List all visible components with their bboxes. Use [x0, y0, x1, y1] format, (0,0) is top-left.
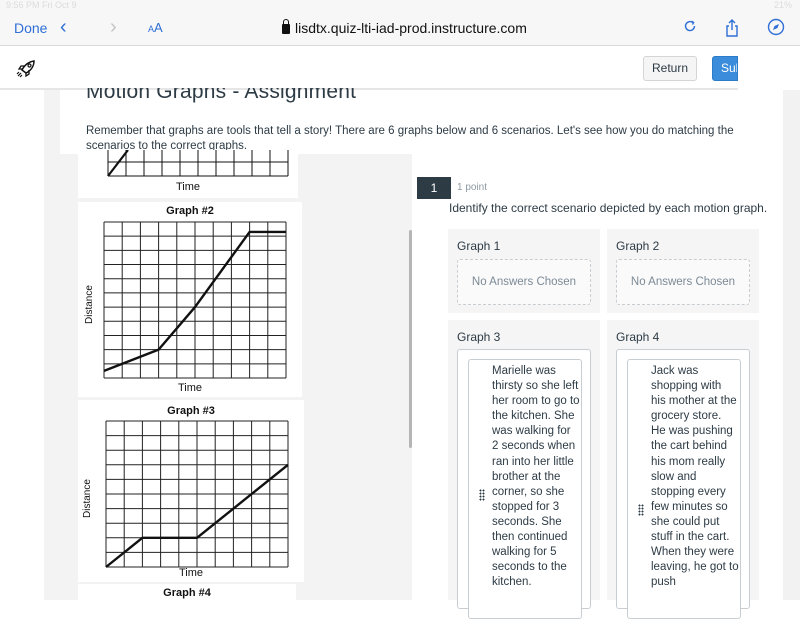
answer-card[interactable]: Jack was shopping with his mother at the… — [627, 359, 741, 619]
graph-3-x-label: Time — [178, 567, 204, 579]
status-bar: 9:56 PM Fri Oct 9 21% — [0, 0, 800, 12]
submit-button[interactable]: Submit — [712, 56, 738, 81]
share-icon[interactable] — [722, 18, 742, 38]
graph-2-title: Graph #2 — [166, 205, 214, 217]
drag-handle-icon[interactable] — [638, 504, 644, 516]
status-time: 9:56 PM Fri Oct 9 — [6, 0, 77, 10]
answer-card[interactable]: Marielle was thirsty so she left her roo… — [468, 359, 582, 619]
drag-handle-icon[interactable] — [479, 489, 485, 501]
answer-slot-graph-2: Graph 2 No Answers Chosen — [607, 229, 759, 313]
answer-slot-graph-3: Graph 3 Marielle was thirsty so she left… — [448, 320, 600, 619]
drop-zone[interactable]: No Answers Chosen — [457, 259, 591, 305]
answer-slot-graph-1: Graph 1 No Answers Chosen — [448, 229, 600, 313]
lock-icon — [282, 19, 290, 34]
graph-1-x-label: Time — [175, 181, 201, 193]
right-gutter — [783, 90, 800, 600]
rocket-icon — [16, 59, 38, 84]
url-bar[interactable]: lisdtx.quiz-lti-iad-prod.instructure.com — [282, 19, 527, 36]
answer-text: Marielle was thirsty so she left her roo… — [492, 365, 580, 589]
graphs-pane[interactable]: Time Graph #2 Distance Time Graph #3 Dis… — [60, 150, 412, 614]
forward-chevron-icon[interactable]: › — [110, 16, 117, 39]
graph-2-card: Graph #2 Distance Time — [78, 202, 302, 397]
slot-label: Graph 1 — [457, 239, 501, 253]
graph-4-card: Graph #4 — [78, 584, 296, 614]
left-gutter — [44, 90, 60, 600]
graph-4-title: Graph #4 — [163, 587, 211, 599]
slot-label: Graph 3 — [457, 330, 501, 344]
question-number: 1 — [417, 177, 451, 199]
slot-label: Graph 2 — [616, 239, 660, 253]
browser-toolbar: Done ‹ › AA lisdtx.quiz-lti-iad-prod.ins… — [0, 12, 800, 46]
battery-level: 21% — [773, 0, 792, 10]
graph-1-card: Time — [78, 150, 298, 198]
question-prompt: Identify the correct scenario depicted b… — [449, 201, 768, 215]
quiz-header: Return Submit — [0, 47, 800, 89]
answer-slot-graph-4: Graph 4 Jack was shopping with his mothe… — [607, 320, 759, 619]
graph-3-y-label: Distance — [82, 479, 93, 518]
graph-2-y-label: Distance — [84, 285, 95, 324]
drop-zone[interactable]: Jack was shopping with his mother at the… — [616, 349, 750, 619]
back-chevron-icon[interactable]: ‹ — [60, 16, 67, 39]
answer-text: Jack was shopping with his mother at the… — [651, 365, 739, 589]
text-size-button[interactable]: AA — [148, 20, 163, 35]
done-button[interactable]: Done — [14, 20, 47, 36]
return-button[interactable]: Return — [643, 56, 697, 81]
compass-icon[interactable] — [766, 18, 786, 38]
graph-3-plot — [105, 420, 289, 568]
graph-3-card: Graph #3 Distance Time — [78, 400, 304, 582]
graph-2-plot — [103, 221, 287, 379]
question-points: 1 point — [457, 182, 488, 193]
reload-icon[interactable] — [680, 18, 700, 38]
graph-1-plot — [107, 150, 289, 177]
graph-1-line — [107, 150, 129, 177]
graph-2-x-label: Time — [177, 382, 203, 394]
url-text: lisdtx.quiz-lti-iad-prod.instructure.com — [295, 20, 527, 36]
drop-zone[interactable]: No Answers Chosen — [616, 259, 750, 305]
graph-3-title: Graph #3 — [167, 405, 215, 417]
drop-zone[interactable]: Marielle was thirsty so she left her roo… — [457, 349, 591, 619]
slot-label: Graph 4 — [616, 330, 660, 344]
